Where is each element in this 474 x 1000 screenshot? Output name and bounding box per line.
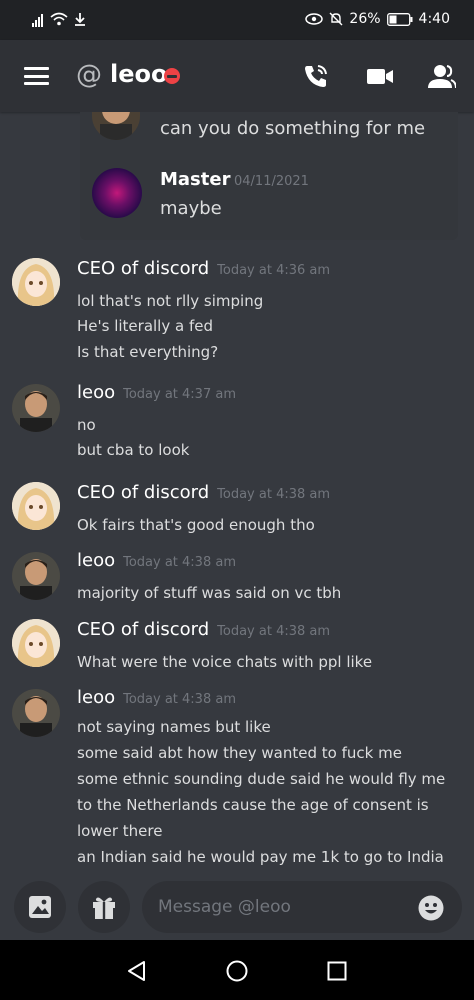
- back-icon[interactable]: [126, 960, 148, 982]
- at-icon: @: [76, 60, 102, 90]
- avatar[interactable]: [92, 168, 142, 218]
- message-text: an Indian said he would pay me 1k to go …: [77, 848, 444, 866]
- avatar[interactable]: [12, 552, 60, 600]
- message-timestamp: Today at 4:38 am: [217, 624, 331, 639]
- home-icon[interactable]: [226, 960, 248, 982]
- message-author[interactable]: Master: [160, 169, 230, 190]
- emoji-icon[interactable]: [418, 895, 444, 921]
- message-text: some said abt how they wanted to fuck me: [77, 744, 402, 762]
- message-text: but cba to look: [77, 441, 190, 459]
- message-text: Is that everything?: [77, 343, 219, 361]
- system-nav-bar: [0, 940, 474, 1000]
- message-text: He's literally a fed: [77, 317, 213, 335]
- battery-percent: 26%: [349, 11, 381, 27]
- message-author[interactable]: CEO of discord: [77, 619, 209, 640]
- recents-icon[interactable]: [327, 961, 347, 981]
- battery-icon: [386, 12, 413, 26]
- message-text: not saying names but like: [77, 718, 271, 736]
- menu-icon[interactable]: [24, 67, 49, 85]
- message-text: some ethnic sounding dude said he would …: [77, 770, 446, 788]
- message-author[interactable]: leoo: [77, 550, 115, 571]
- attach-image-button[interactable]: [14, 881, 66, 933]
- eye-icon: [305, 13, 324, 25]
- message-text: majority of stuff was said on vc tbh: [77, 584, 342, 602]
- message-author[interactable]: leoo: [77, 382, 115, 403]
- message-timestamp: Today at 4:37 am: [123, 387, 236, 402]
- dnd-status-icon: [164, 68, 180, 84]
- message-composer: [0, 876, 474, 940]
- message-text: can you do something for me: [160, 118, 426, 139]
- channel-title: leoo: [110, 60, 168, 88]
- download-icon: [75, 13, 85, 26]
- message-author[interactable]: CEO of discord: [77, 482, 209, 503]
- message-timestamp: Today at 4:38 am: [123, 692, 236, 707]
- message-timestamp: Today at 4:36 am: [217, 263, 331, 278]
- gift-button[interactable]: [78, 881, 130, 933]
- avatar[interactable]: [12, 619, 60, 667]
- video-call-icon[interactable]: [366, 62, 394, 90]
- channel-header: @ leoo: [0, 40, 474, 112]
- message-text: Ok fairs that's good enough tho: [77, 516, 315, 534]
- avatar[interactable]: [12, 384, 60, 432]
- message-text: to the Netherlands cause the age of cons…: [77, 796, 429, 814]
- message-text: What were the voice chats with ppl like: [77, 653, 373, 671]
- members-icon[interactable]: [428, 62, 456, 90]
- message-timestamp: Today at 4:38 am: [217, 487, 331, 502]
- gift-icon: [93, 897, 115, 919]
- clock: 4:40: [418, 11, 450, 27]
- message-text: lol that's not rlly simping: [77, 292, 264, 310]
- avatar[interactable]: [12, 689, 60, 737]
- message-list[interactable]: can you do something for me Master 04/11…: [0, 112, 474, 876]
- message-author[interactable]: CEO of discord: [77, 258, 209, 279]
- message-author[interactable]: leoo: [77, 687, 115, 708]
- message-text: maybe: [160, 198, 222, 219]
- phone-call-icon[interactable]: [302, 62, 330, 90]
- message-input[interactable]: [142, 881, 462, 933]
- message-timestamp: 04/11/2021: [234, 174, 309, 189]
- message-text: lower there: [77, 822, 163, 840]
- avatar[interactable]: [12, 258, 60, 306]
- message-text: no: [77, 416, 96, 434]
- signal-icon: [32, 11, 44, 27]
- image-icon: [29, 896, 51, 918]
- message-timestamp: Today at 4:38 am: [123, 555, 236, 570]
- bell-off-icon: [329, 12, 343, 26]
- status-bar: 26% 4:40: [0, 0, 474, 40]
- wifi-icon: [50, 12, 68, 26]
- avatar[interactable]: [12, 482, 60, 530]
